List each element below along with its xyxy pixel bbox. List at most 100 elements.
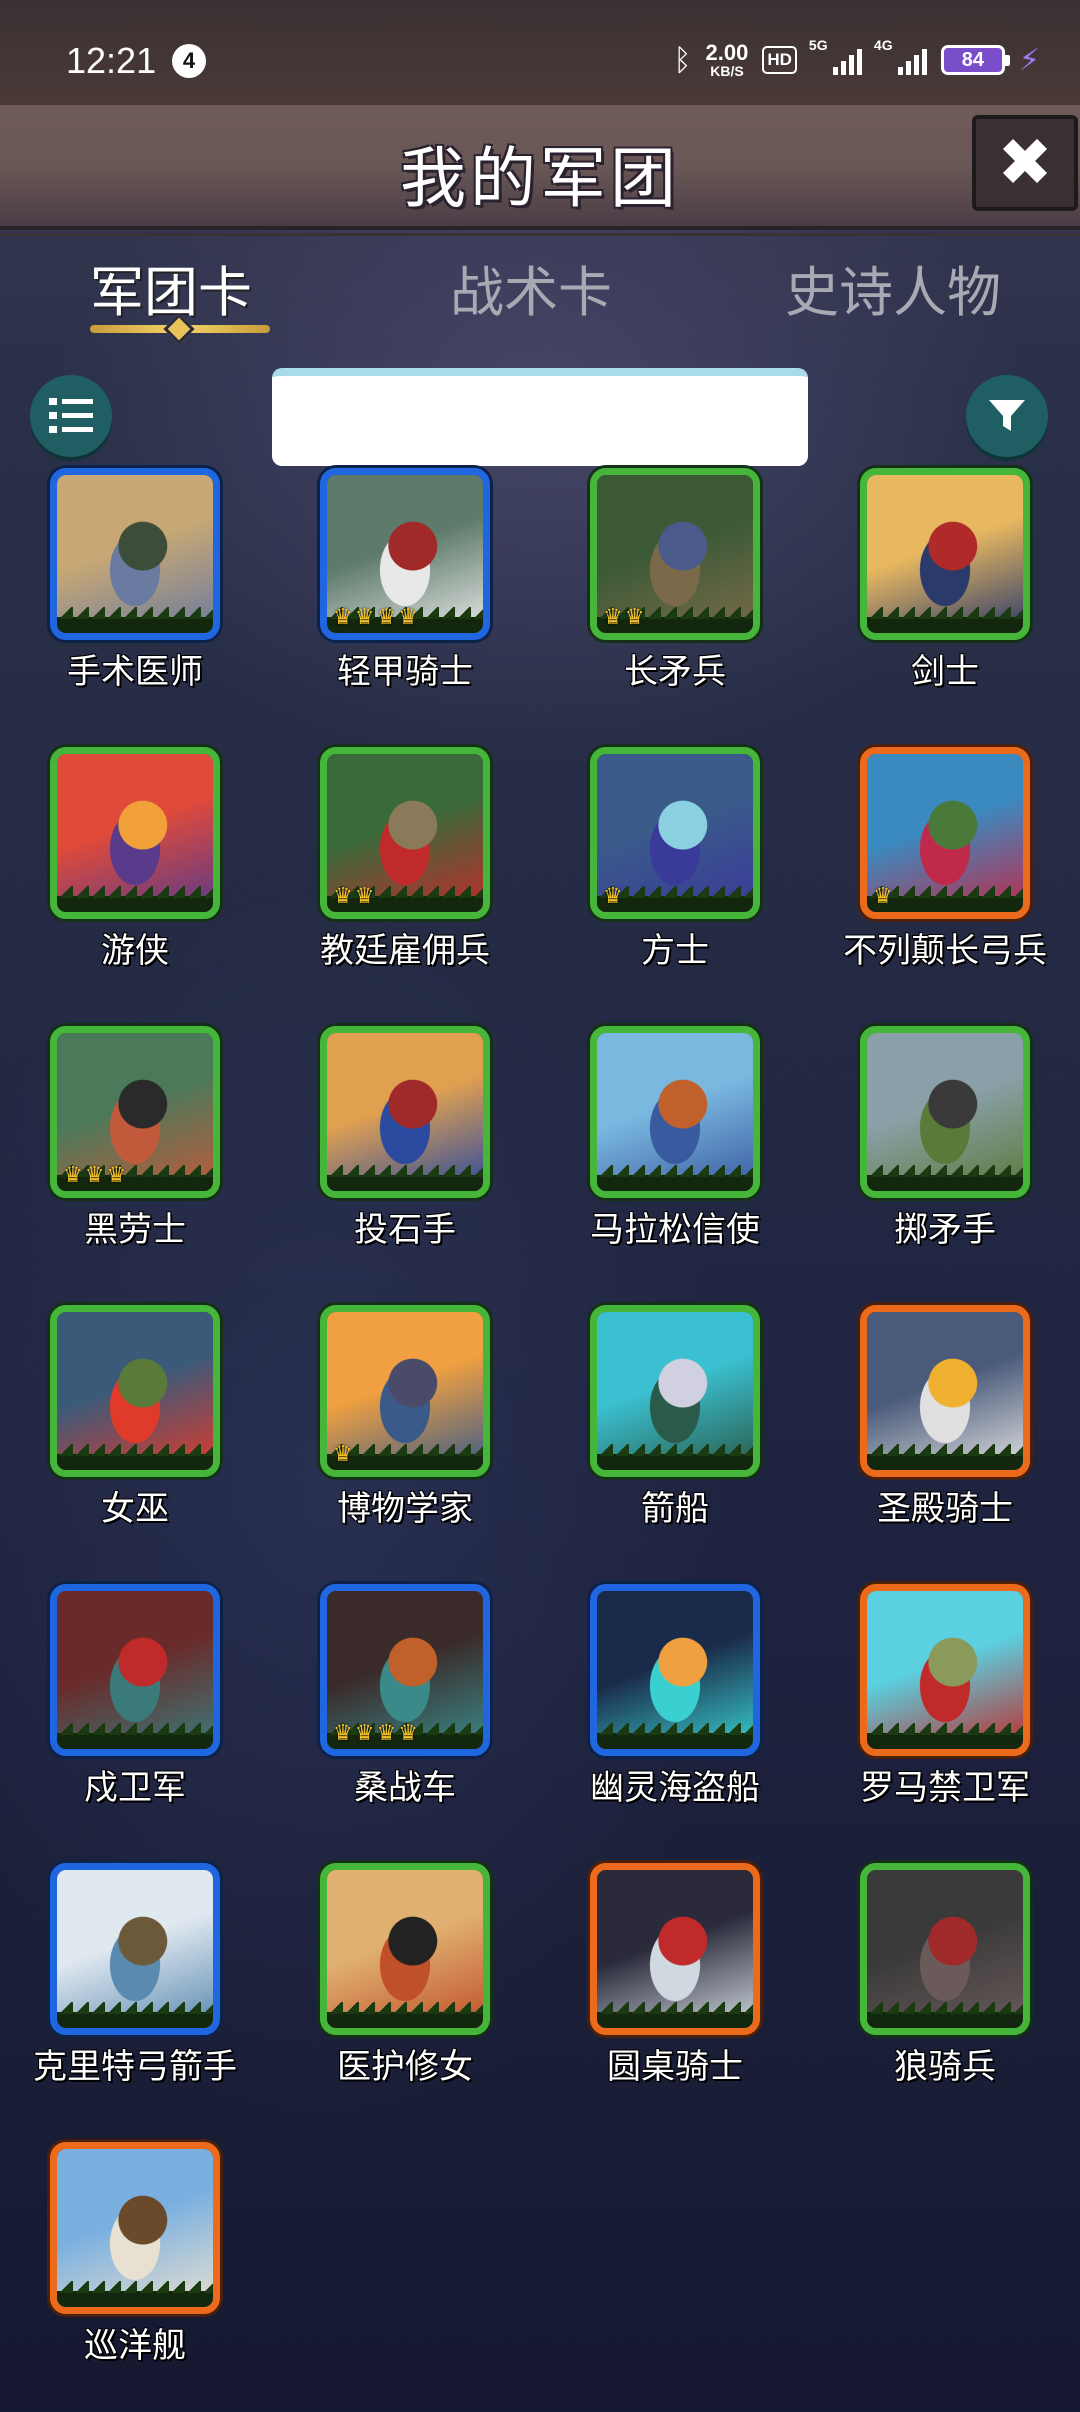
card-grass-border <box>57 1444 213 1470</box>
bluetooth-icon: ᛒ <box>673 42 692 78</box>
unit-card[interactable]: 圣殿骑士 <box>810 1305 1080 1583</box>
card-grass-border <box>597 1723 753 1749</box>
unit-card[interactable]: 幽灵海盗船 <box>540 1584 810 1862</box>
card-name: 游侠 <box>101 931 169 971</box>
card-level-crowns: ♛ ♛ <box>603 607 644 629</box>
unit-card[interactable]: 戍卫军 <box>0 1584 270 1862</box>
card-frame <box>860 1584 1030 1756</box>
unit-card[interactable]: ♛ ♛ ♛ ♛ 轻甲骑士 <box>270 468 540 746</box>
crown-icon: ♛ <box>354 605 375 630</box>
unit-card[interactable]: 罗马禁卫军 <box>810 1584 1080 1862</box>
card-name: 克里特弓箭手 <box>33 2047 237 2087</box>
card-name: 长矛兵 <box>624 652 726 692</box>
unit-card[interactable]: 投石手 <box>270 1026 540 1304</box>
list-view-button[interactable] <box>30 375 112 457</box>
card-name: 不列颠长弓兵 <box>843 931 1047 971</box>
signal-5g-label: 5G <box>808 37 828 53</box>
battery-level: 84 <box>961 49 985 71</box>
crown-icon: ♛ <box>398 1721 418 1746</box>
card-name: 教廷雇佣兵 <box>320 931 490 971</box>
card-name: 投石手 <box>354 1210 456 1250</box>
card-frame <box>590 1863 760 2035</box>
unit-card[interactable]: 游侠 <box>0 747 270 1025</box>
unit-card[interactable]: 圆桌骑士 <box>540 1863 810 2141</box>
filter-button[interactable] <box>966 375 1048 457</box>
card-name: 圣殿骑士 <box>877 1489 1013 1529</box>
hd-voice-icon: HD <box>762 46 797 74</box>
card-grass-border <box>597 1165 753 1191</box>
unit-card[interactable]: 巡洋舰 <box>0 2142 270 2412</box>
card-name: 手术医师 <box>67 652 203 692</box>
unit-card[interactable]: 箭船 <box>540 1305 810 1583</box>
card-name: 箭船 <box>641 1489 709 1529</box>
tab-tactic-cards[interactable]: 战术卡 <box>450 248 612 327</box>
unit-card[interactable]: 克里特弓箭手 <box>0 1863 270 2141</box>
network-speed-unit: KB/S <box>710 63 744 79</box>
unit-card[interactable]: 手术医师 <box>0 468 270 746</box>
crown-icon: ♛ <box>873 884 893 909</box>
tab-epic-characters[interactable]: 史诗人物 <box>785 248 1001 327</box>
search-input[interactable] <box>272 368 808 466</box>
unit-card[interactable]: ♛ ♛ ♛ 黑劳士 <box>0 1026 270 1304</box>
card-grass-border <box>597 2002 753 2028</box>
card-name: 博物学家 <box>337 1489 473 1529</box>
unit-card[interactable]: ♛ 博物学家 <box>270 1305 540 1583</box>
card-grass-border <box>867 1444 1023 1470</box>
card-frame <box>860 468 1030 640</box>
card-grass-border <box>597 1444 753 1470</box>
crown-icon: ♛ <box>333 605 353 630</box>
card-frame <box>320 1026 490 1198</box>
close-button[interactable]: ✖ <box>972 115 1078 211</box>
unit-card[interactable]: ♛ 方士 <box>540 747 810 1025</box>
unit-card[interactable]: ♛ ♛ 教廷雇佣兵 <box>270 747 540 1025</box>
crown-icon: ♛ <box>84 1163 105 1188</box>
card-name: 罗马禁卫军 <box>860 1768 1030 1808</box>
tab-legion-cards[interactable]: 军团卡 <box>90 248 252 327</box>
card-grass-border <box>57 2281 213 2307</box>
crown-icon: ♛ <box>106 1163 127 1188</box>
crown-icon: ♛ <box>376 605 397 630</box>
notification-count-badge: 4 <box>172 44 206 78</box>
card-grass-border <box>57 886 213 912</box>
unit-card[interactable]: 马拉松信使 <box>540 1026 810 1304</box>
card-frame <box>50 2142 220 2314</box>
unit-card[interactable]: 女巫 <box>0 1305 270 1583</box>
card-name: 戍卫军 <box>84 1768 186 1808</box>
card-grass-border <box>327 1165 483 1191</box>
card-grass-border <box>867 1165 1023 1191</box>
card-frame <box>50 747 220 919</box>
card-grass-border <box>57 1723 213 1749</box>
card-grass-border <box>327 2002 483 2028</box>
close-icon: ✖ <box>997 124 1053 201</box>
status-time: 12:21 <box>66 40 157 81</box>
card-frame: ♛ ♛ ♛ <box>50 1026 220 1198</box>
battery-icon: 84 <box>940 45 1010 75</box>
unit-card[interactable]: 医护修女 <box>270 1863 540 2141</box>
card-frame <box>50 1305 220 1477</box>
card-frame: ♛ ♛ ♛ ♛ <box>320 468 490 640</box>
unit-card[interactable]: ♛ 不列颠长弓兵 <box>810 747 1080 1025</box>
card-frame <box>50 1863 220 2035</box>
charging-icon: ⚡ <box>1018 42 1040 78</box>
unit-card[interactable]: 掷矛手 <box>810 1026 1080 1304</box>
card-name: 剑士 <box>911 652 979 692</box>
signal-5g-icon: 5G <box>809 37 862 75</box>
signal-4g-label: 4G <box>873 37 893 53</box>
crown-icon: ♛ <box>354 884 375 909</box>
unit-card[interactable]: ♛ ♛ 长矛兵 <box>540 468 810 746</box>
card-frame <box>860 1305 1030 1477</box>
crown-icon: ♛ <box>624 605 645 630</box>
crown-icon: ♛ <box>333 1721 353 1746</box>
card-name: 女巫 <box>101 1489 169 1529</box>
card-frame: ♛ <box>320 1305 490 1477</box>
card-name: 医护修女 <box>337 2047 473 2087</box>
unit-card[interactable]: 剑士 <box>810 468 1080 746</box>
crown-icon: ♛ <box>398 605 418 630</box>
card-frame: ♛ <box>860 747 1030 919</box>
card-frame <box>50 1584 220 1756</box>
card-name: 巡洋舰 <box>84 2326 186 2366</box>
unit-card[interactable]: 狼骑兵 <box>810 1863 1080 2141</box>
card-grass-border <box>867 607 1023 633</box>
filter-icon <box>989 400 1025 431</box>
unit-card[interactable]: ♛ ♛ ♛ ♛ 桑战车 <box>270 1584 540 1862</box>
